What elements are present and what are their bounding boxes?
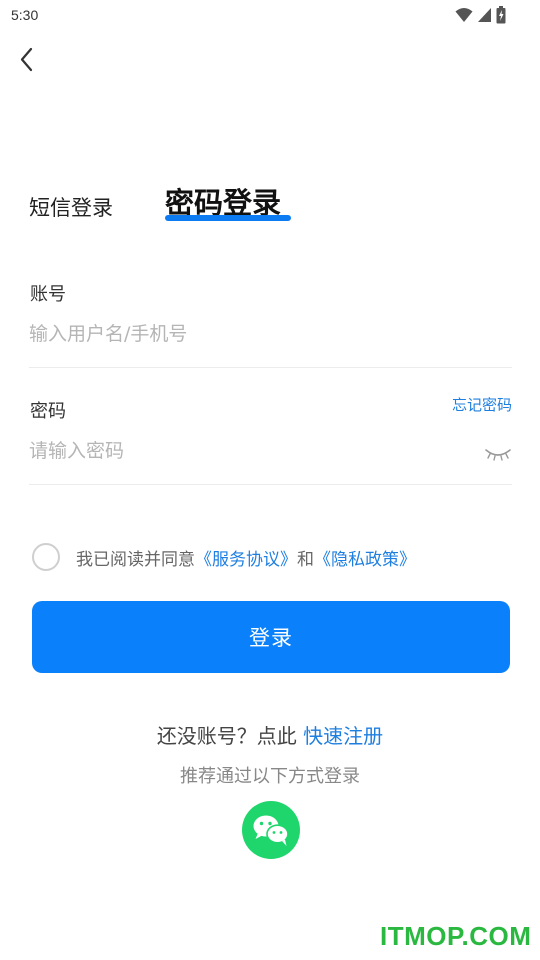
account-divider [29,367,512,368]
wifi-icon [455,8,473,22]
wechat-icon [253,815,289,846]
forgot-password-link[interactable]: 忘记密码 [452,394,512,415]
password-label: 密码 [30,401,66,422]
agreement-checkbox[interactable] [32,543,60,571]
quick-register-link[interactable]: 快速注册 [303,724,383,748]
eye-closed-icon [485,449,511,461]
password-input[interactable] [29,434,469,468]
agreement-row: 我已阅读并同意《服务协议》和《隐私政策》 [32,542,416,572]
tab-sms-login[interactable]: 短信登录 [29,192,113,222]
register-prompt: 还没账号？点此 [156,724,304,748]
recommend-login-text: 推荐通过以下方式登录 [180,766,360,787]
register-row: 还没账号？点此 快速注册 [0,720,540,749]
privacy-policy-link[interactable]: 《隐私政策》 [314,550,416,570]
account-label: 账号 [30,284,66,305]
password-divider [29,484,512,485]
account-input[interactable] [29,317,469,351]
site-watermark: ITMOP.COM [380,921,532,951]
agreement-prefix: 我已阅读并同意 [76,549,195,570]
agreement-text: 我已阅读并同意《服务协议》和《隐私政策》 [76,545,416,570]
signal-icon [478,8,491,22]
status-time: 5:30 [11,7,39,23]
status-icons [455,6,506,24]
wechat-login-button[interactable] [242,801,300,859]
active-tab-indicator [165,215,291,221]
battery-icon [496,6,506,24]
password-visibility-toggle[interactable] [484,446,512,462]
agreement-and: 和 [297,549,314,570]
login-button[interactable]: 登录 [32,601,510,673]
status-bar: 5:30 [0,0,540,32]
back-arrow-icon [20,47,33,72]
service-agreement-link[interactable]: 《服务协议》 [195,550,297,570]
back-button[interactable] [14,44,42,76]
